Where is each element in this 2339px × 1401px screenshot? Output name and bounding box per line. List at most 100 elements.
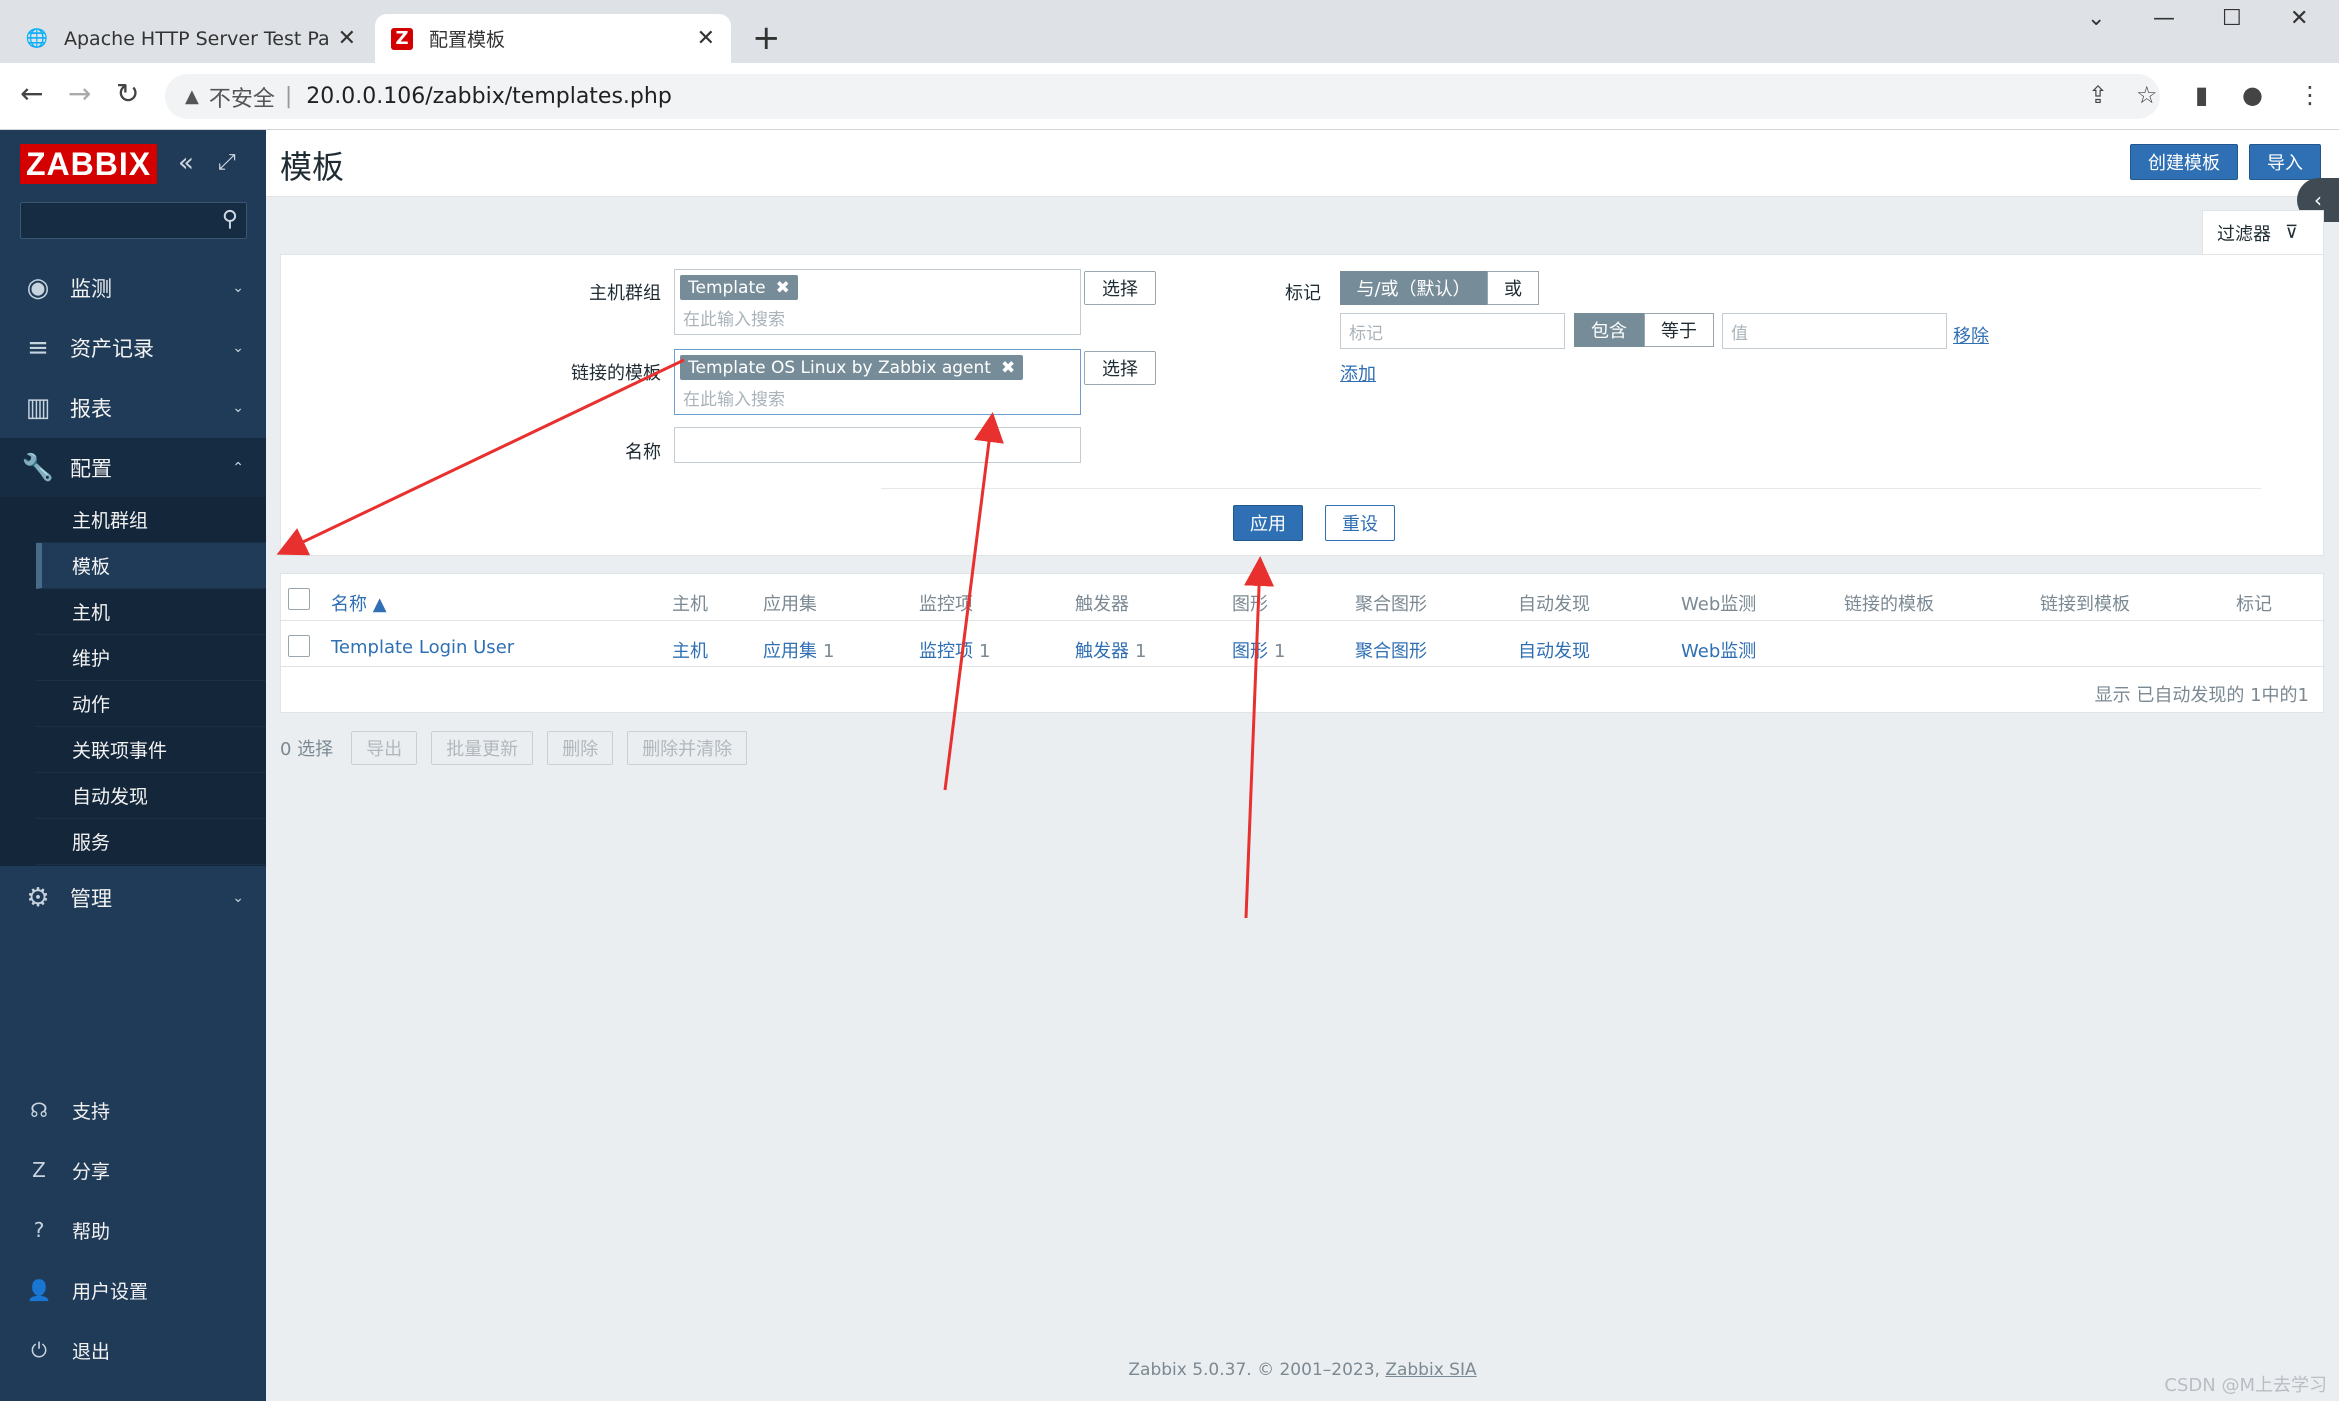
menu-reports[interactable]: ▥ 报表 ⌄ bbox=[0, 378, 266, 438]
submenu-host-groups[interactable]: 主机群组 bbox=[36, 497, 266, 543]
menu-monitoring[interactable]: ◉ 监测 ⌄ bbox=[0, 258, 266, 318]
close-window-icon[interactable]: ✕ bbox=[2290, 6, 2308, 31]
kiosk-mode-icon[interactable]: ⤢ bbox=[218, 150, 236, 175]
configuration-submenu: 主机群组 模板 主机 维护 动作 关联项事件 自动发现 服务 bbox=[0, 497, 266, 866]
zabbix-logo[interactable]: ZABBIX bbox=[20, 144, 157, 184]
reset-button[interactable]: 重设 bbox=[1325, 505, 1395, 541]
submenu-maintenance[interactable]: 维护 bbox=[36, 635, 266, 681]
remove-chip-icon[interactable]: ✖ bbox=[776, 278, 790, 298]
apply-button[interactable]: 应用 bbox=[1233, 505, 1303, 541]
tag-contains-toggle[interactable]: 包含 bbox=[1574, 313, 1644, 347]
browser-tabstrip: 🌐 Apache HTTP Server Test Page ✕ Z 配置模板 … bbox=[0, 0, 2339, 63]
close-icon[interactable]: ✕ bbox=[697, 26, 715, 51]
linked-templates-multiselect[interactable]: Template OS Linux by Zabbix agent ✖ 在此输入… bbox=[674, 349, 1081, 415]
menu-dots-icon[interactable]: ⋮ bbox=[2298, 81, 2322, 109]
submenu-discovery[interactable]: 自动发现 bbox=[36, 773, 266, 819]
collapse-sidebar-icon[interactable]: « bbox=[178, 148, 194, 178]
host-group-chip: Template ✖ bbox=[680, 275, 798, 300]
bookmark-star-icon[interactable]: ☆ bbox=[2136, 81, 2158, 109]
host-groups-label: 主机群组 bbox=[589, 283, 661, 304]
submenu-actions[interactable]: 动作 bbox=[36, 681, 266, 727]
row-items-cell: 监控项 1 bbox=[919, 637, 990, 663]
submenu-services[interactable]: 服务 bbox=[36, 819, 266, 865]
list-icon: ≡ bbox=[27, 333, 49, 363]
reload-icon[interactable]: ↻ bbox=[116, 77, 139, 110]
forward-icon[interactable]: → bbox=[68, 77, 91, 110]
header-divider bbox=[281, 620, 2325, 621]
minimize-icon[interactable]: — bbox=[2153, 6, 2175, 31]
side-panel-icon[interactable]: ▮ bbox=[2195, 81, 2208, 109]
col-name-header[interactable]: 名称 ▲ bbox=[331, 590, 387, 616]
row-screens-link[interactable]: 聚合图形 bbox=[1355, 637, 1427, 663]
export-button[interactable]: 导出 bbox=[351, 731, 418, 765]
templates-table: 名称 ▲ 主机 应用集 监控项 触发器 图形 聚合图形 自动发现 Web监测 链… bbox=[280, 573, 2325, 713]
tags-label: 标记 bbox=[1285, 283, 1321, 304]
create-template-button[interactable]: 创建模板 bbox=[2130, 144, 2238, 180]
sidebar-user-settings[interactable]: 👤 用户设置 bbox=[0, 1270, 266, 1310]
row-items-link[interactable]: 监控项 bbox=[919, 641, 973, 662]
submenu-templates[interactable]: 模板 bbox=[36, 543, 266, 589]
sidebar-search-input[interactable]: ⚲ bbox=[20, 202, 247, 239]
menu-label: 管理 bbox=[70, 887, 112, 911]
row-applications-cell: 应用集 1 bbox=[763, 637, 834, 663]
sidebar-help[interactable]: ? 帮助 bbox=[0, 1210, 266, 1250]
main-content: 模板 创建模板 导入 ‹ 过滤器 ⊽ 主机群组 Template ✖ 在此输入搜… bbox=[266, 130, 2339, 1401]
tag-or-toggle[interactable]: 或 bbox=[1487, 271, 1539, 305]
menu-administration[interactable]: ⚙ 管理 ⌄ bbox=[0, 868, 266, 928]
tag-add-link[interactable]: 添加 bbox=[1340, 360, 1376, 386]
help-icon: ? bbox=[33, 1218, 45, 1242]
search-placeholder: 在此输入搜索 bbox=[683, 310, 785, 330]
row-discovery-link[interactable]: 自动发现 bbox=[1518, 637, 1590, 663]
row-divider bbox=[281, 666, 2325, 667]
search-icon[interactable]: ⚲ bbox=[222, 207, 238, 232]
linked-templates-select-button[interactable]: 选择 bbox=[1084, 351, 1156, 385]
row-triggers-link[interactable]: 触发器 bbox=[1075, 641, 1129, 662]
tag-equals-toggle[interactable]: 等于 bbox=[1644, 313, 1714, 347]
menu-inventory[interactable]: ≡ 资产记录 ⌄ bbox=[0, 318, 266, 378]
host-groups-select-button[interactable]: 选择 bbox=[1084, 271, 1156, 305]
row-hosts-link[interactable]: 主机 bbox=[672, 637, 708, 663]
profile-avatar-icon[interactable]: ● bbox=[2242, 81, 2263, 109]
row-graphs-link[interactable]: 图形 bbox=[1232, 641, 1268, 662]
filter-tab[interactable]: 过滤器 ⊽ bbox=[2202, 210, 2324, 254]
back-icon[interactable]: ← bbox=[20, 77, 43, 110]
row-checkbox[interactable] bbox=[288, 635, 310, 657]
chip-label: Template OS Linux by Zabbix agent bbox=[688, 357, 991, 378]
close-icon[interactable]: ✕ bbox=[338, 26, 356, 51]
remove-chip-icon[interactable]: ✖ bbox=[1001, 358, 1015, 378]
delete-button[interactable]: 删除 bbox=[547, 731, 614, 765]
import-button[interactable]: 导入 bbox=[2249, 144, 2321, 180]
footer-link[interactable]: Zabbix SIA bbox=[1385, 1360, 1476, 1380]
col-screens-header: 聚合图形 bbox=[1355, 594, 1427, 615]
row-template-name-link[interactable]: Template Login User bbox=[331, 637, 514, 658]
row-web-link[interactable]: Web监测 bbox=[1681, 637, 1756, 663]
maximize-icon[interactable]: ☐ bbox=[2222, 6, 2242, 31]
browser-tab-apache[interactable]: 🌐 Apache HTTP Server Test Page ✕ bbox=[10, 14, 372, 63]
watermark: CSDN @M上去学习 bbox=[2164, 1375, 2327, 1396]
new-tab-button[interactable]: + bbox=[752, 20, 781, 56]
sidebar-share[interactable]: Z 分享 bbox=[0, 1150, 266, 1190]
mass-update-button[interactable]: 批量更新 bbox=[431, 731, 534, 765]
name-input[interactable] bbox=[674, 427, 1081, 463]
tag-name-input[interactable]: 标记 bbox=[1340, 313, 1565, 349]
menu-configuration[interactable]: 🔧 配置 ⌃ bbox=[0, 438, 266, 498]
tag-remove-link[interactable]: 移除 bbox=[1953, 322, 1989, 348]
footer-label: 帮助 bbox=[72, 1220, 111, 1243]
col-linked-to-templates-header: 链接到模板 bbox=[2040, 594, 2130, 615]
url-text[interactable]: 20.0.0.106/zabbix/templates.php bbox=[306, 84, 672, 109]
sidebar-sign-out[interactable]: ⏻ 退出 bbox=[0, 1330, 266, 1370]
delete-and-clear-button[interactable]: 删除并清除 bbox=[627, 731, 748, 765]
host-groups-multiselect[interactable]: Template ✖ 在此输入搜索 bbox=[674, 269, 1081, 335]
wrench-icon: 🔧 bbox=[21, 453, 55, 483]
sidebar-support[interactable]: ☊ 支持 bbox=[0, 1090, 266, 1130]
tag-and-or-toggle[interactable]: 与/或（默认） bbox=[1340, 271, 1487, 305]
submenu-event-correlation[interactable]: 关联项事件 bbox=[36, 727, 266, 773]
tag-value-input[interactable]: 值 bbox=[1722, 313, 1947, 349]
browser-tab-zabbix[interactable]: Z 配置模板 ✕ bbox=[375, 14, 731, 63]
share-page-icon[interactable]: ⇪ bbox=[2088, 81, 2108, 109]
row-applications-link[interactable]: 应用集 bbox=[763, 641, 817, 662]
submenu-hosts[interactable]: 主机 bbox=[36, 589, 266, 635]
omnibox[interactable]: ▲ 不安全 | 20.0.0.106/zabbix/templates.php bbox=[165, 74, 2160, 119]
tab-search-icon[interactable]: ⌄ bbox=[2087, 6, 2105, 31]
select-all-checkbox[interactable] bbox=[288, 588, 310, 610]
